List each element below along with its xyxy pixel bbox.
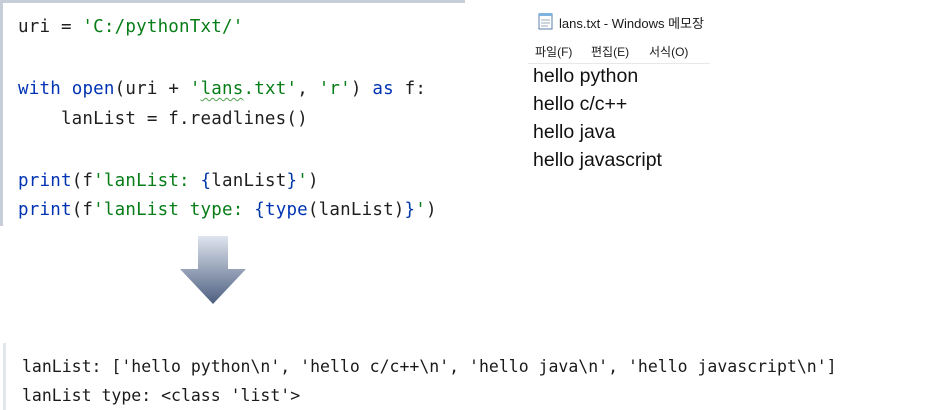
code-line-1: uri = 'C:/pythonTxt/' [18,17,243,37]
notepad-window: lans.txt - Windows 메모장 파일(F) 편집(E) 서식(O)… [528,0,710,184]
output-line-1: lanList: ['hello python\n', 'hello c/c++… [22,357,837,376]
notepad-text-line: hello javascript [533,149,662,171]
code-string: ' [297,171,308,191]
down-arrow-icon [180,236,246,304]
code-string: ' [189,79,201,99]
console-output: lanList: ['hello python\n', 'hello c/c++… [0,343,948,410]
code-line-5: print(f'lanList type: {type(lanList)}') [18,200,437,220]
menu-file[interactable]: 파일(F) [535,43,572,60]
notepad-titlebar[interactable]: lans.txt - Windows 메모장 [528,0,710,38]
code-token: (f [71,200,94,220]
code-line-2: with open(uri + 'lans.txt', 'r') as f: [18,79,426,99]
code-keyword: as [372,79,394,99]
code-line-4: print(f'lanList: {lanList}') [18,171,319,191]
notepad-icon [538,13,553,30]
code-string: 'r' [318,79,351,99]
notepad-text-line: hello c/c++ [533,93,628,115]
code-token: ) [350,79,373,99]
code-token: (lanList) [307,200,405,220]
code-brace: { [200,171,212,191]
code-token: , [297,79,319,99]
menu-edit[interactable]: 편집(E) [591,43,629,60]
code-editor[interactable]: uri = 'C:/pythonTxt/' with open(uri + 'l… [0,0,465,226]
code-line-3: lanList = f.readlines() [18,109,308,129]
code-token: lanList [211,171,287,191]
notepad-menubar: 파일(F) 편집(E) 서식(O) [528,38,710,64]
code-token: (uri + [114,79,190,99]
code-string: ' [415,200,427,220]
notepad-text-line: hello python [533,65,639,87]
code-string: 'C:/pythonTxt/' [82,17,244,37]
notepad-text-line: hello java [533,121,616,143]
code-brace: } [286,171,298,191]
code-brace: { [254,200,265,220]
code-function: print [18,171,72,191]
code-string-typo: lans [200,79,244,99]
code-function: print [18,200,72,220]
menu-format[interactable]: 서식(O) [649,43,688,60]
code-token: ) [426,200,437,220]
code-brace: } [404,200,416,220]
code-function: open [71,79,115,99]
code-token: ) [307,171,319,191]
code-string: 'lanList type: [93,200,255,220]
code-token: f: [393,79,427,99]
code-string: .txt' [243,79,298,99]
code-function: type [264,200,308,220]
code-token: (f [71,171,94,191]
output-line-2: lanList type: <class 'list'> [22,386,301,405]
code-string: 'lanList: [93,171,201,191]
code-token: uri = [18,17,83,37]
notepad-title: lans.txt - Windows 메모장 [559,16,704,31]
code-keyword: with [18,79,61,99]
console-gutter [3,343,6,410]
